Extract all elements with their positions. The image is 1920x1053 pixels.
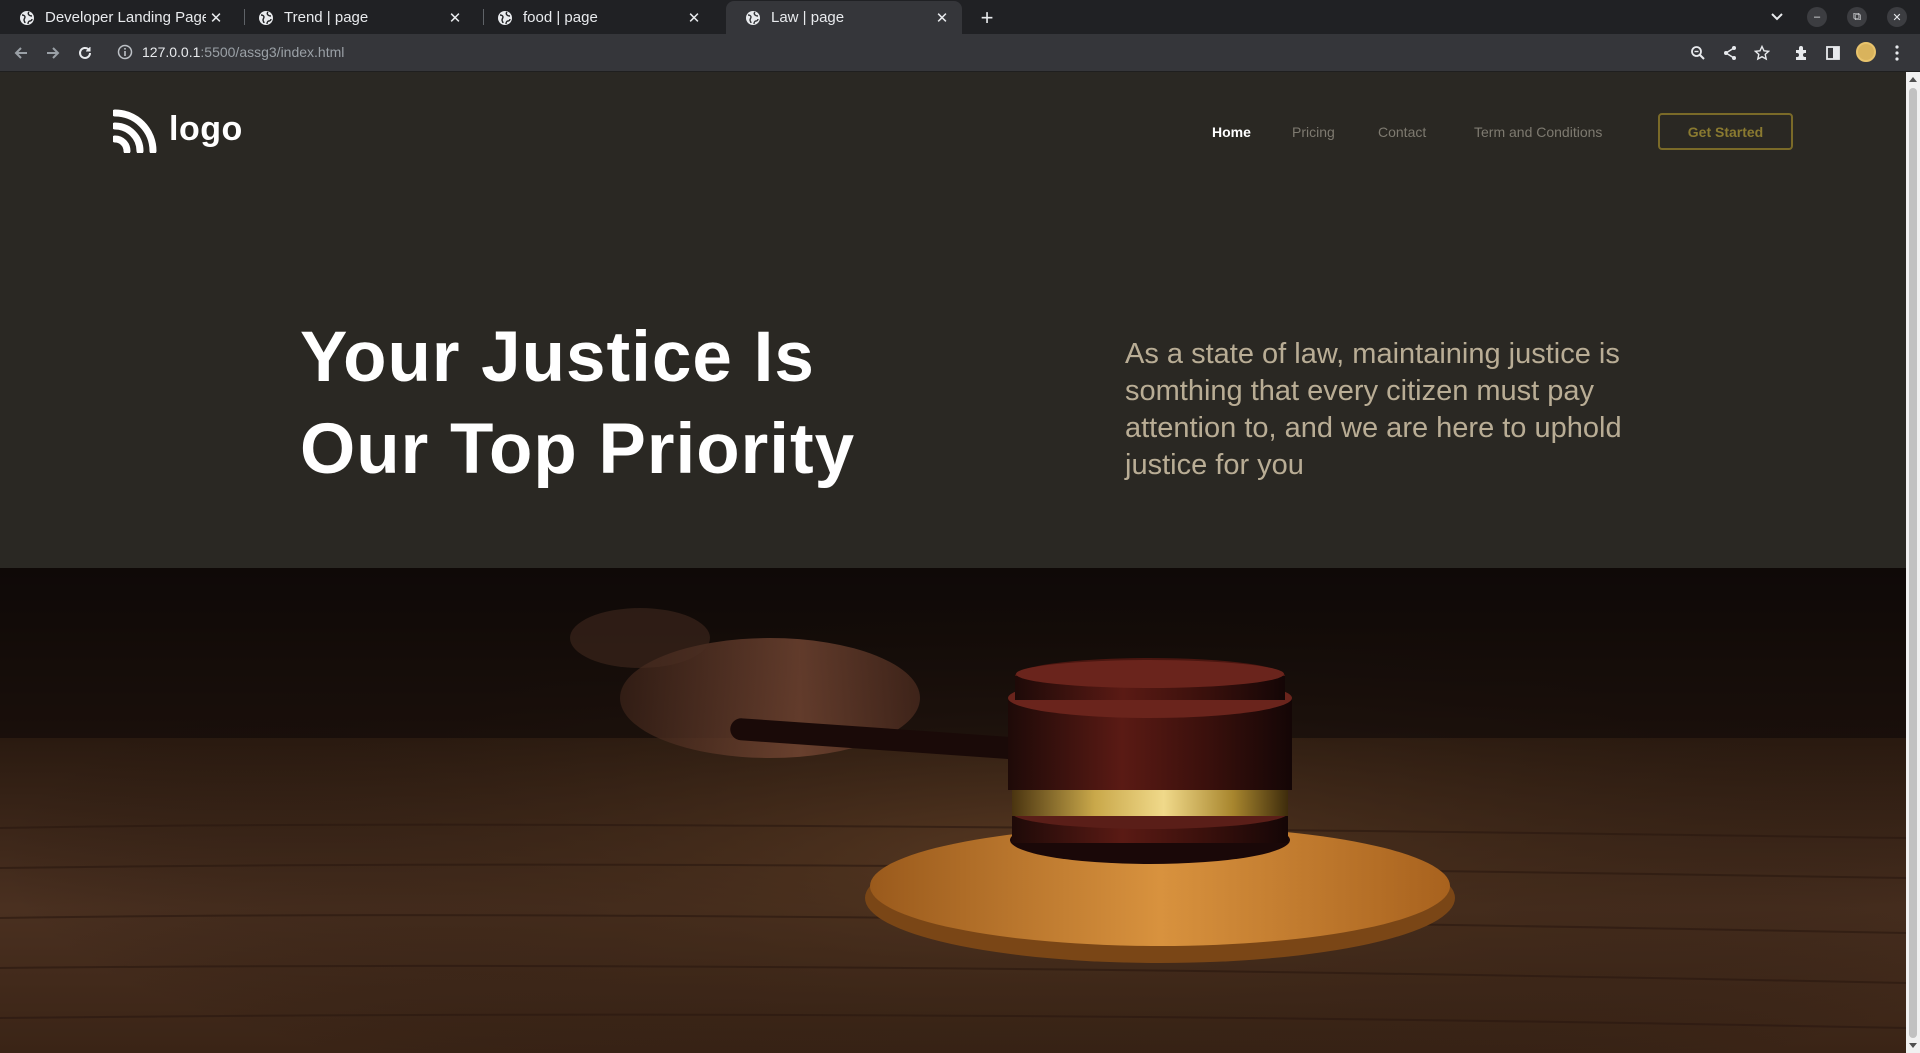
- star-icon[interactable]: [1752, 43, 1772, 63]
- tab-law-page[interactable]: Law | page ✕: [726, 1, 962, 34]
- nav-home[interactable]: Home: [1212, 124, 1251, 140]
- browser-toolbar: 127.0.0.1:5500/assg3/index.html: [0, 34, 1920, 72]
- url-host: 127.0.0.1: [142, 44, 201, 60]
- chevron-down-icon[interactable]: [1767, 7, 1787, 27]
- nav-terms-and-conditions[interactable]: Term and Conditions: [1474, 124, 1602, 140]
- plus-icon[interactable]: +: [974, 5, 1000, 31]
- url-path: :5500/assg3/index.html: [200, 44, 345, 60]
- logo-text: logo: [169, 109, 243, 148]
- extensions-icon[interactable]: [1791, 43, 1811, 63]
- tab-title: food | page: [523, 9, 598, 26]
- profile-avatar[interactable]: [1856, 42, 1876, 62]
- scrollbar-thumb[interactable]: [1909, 88, 1917, 1038]
- hero-title-line-2: Our Top Priority: [300, 410, 856, 489]
- hero-description: As a state of law, maintaining justice i…: [1125, 338, 1622, 481]
- globe-icon: [259, 10, 273, 25]
- tab-title: Trend | page: [284, 9, 369, 26]
- site-logo[interactable]: logo: [113, 109, 243, 153]
- nav-contact[interactable]: Contact: [1378, 124, 1426, 140]
- close-icon[interactable]: ✕: [684, 8, 704, 28]
- close-icon[interactable]: ✕: [445, 8, 465, 28]
- gavel-hero-image: [0, 568, 1906, 1053]
- browser-tab-strip: Developer Landing Page ✕ Trend | page ✕ …: [0, 0, 1920, 34]
- scroll-down-arrow-icon[interactable]: [1909, 1043, 1917, 1048]
- logo-icon: [113, 109, 157, 153]
- tab-trend-page[interactable]: Trend | page ✕: [239, 1, 475, 34]
- globe-icon: [746, 10, 760, 25]
- back-arrow-icon[interactable]: [11, 43, 31, 63]
- close-window-icon[interactable]: ✕: [1887, 7, 1907, 27]
- info-icon[interactable]: [117, 44, 135, 62]
- address-bar[interactable]: 127.0.0.1:5500/assg3/index.html: [142, 44, 344, 60]
- side-panel-icon[interactable]: [1823, 43, 1843, 63]
- close-icon[interactable]: ✕: [932, 8, 952, 28]
- tab-food-page[interactable]: food | page ✕: [478, 1, 714, 34]
- tab-title: Developer Landing Page: [45, 9, 206, 26]
- kebab-menu-icon[interactable]: [1887, 43, 1907, 63]
- reload-icon[interactable]: [75, 43, 95, 63]
- page-viewport: logo Home Pricing Contact Term and Condi…: [0, 72, 1906, 1053]
- forward-arrow-icon[interactable]: [43, 43, 63, 63]
- restore-icon[interactable]: ⧉: [1847, 7, 1867, 27]
- page-scrollbar[interactable]: [1906, 72, 1920, 1053]
- hero-title-line-1: Your Justice Is: [300, 318, 815, 397]
- scroll-up-arrow-icon[interactable]: [1909, 77, 1917, 82]
- gavel-photo: [0, 568, 1906, 1053]
- tab-title: Law | page: [771, 9, 845, 26]
- close-icon[interactable]: ✕: [206, 8, 226, 28]
- get-started-button[interactable]: Get Started: [1658, 113, 1793, 150]
- minimize-icon[interactable]: –: [1807, 7, 1827, 27]
- share-icon[interactable]: [1720, 43, 1740, 63]
- hero-title: Your Justice Is Our Top Priority: [300, 312, 855, 496]
- zoom-icon[interactable]: [1688, 43, 1708, 63]
- tab-developer-landing-page[interactable]: Developer Landing Page ✕: [0, 1, 236, 34]
- nav-pricing[interactable]: Pricing: [1292, 124, 1335, 140]
- globe-icon: [498, 10, 512, 25]
- globe-icon: [20, 10, 34, 25]
